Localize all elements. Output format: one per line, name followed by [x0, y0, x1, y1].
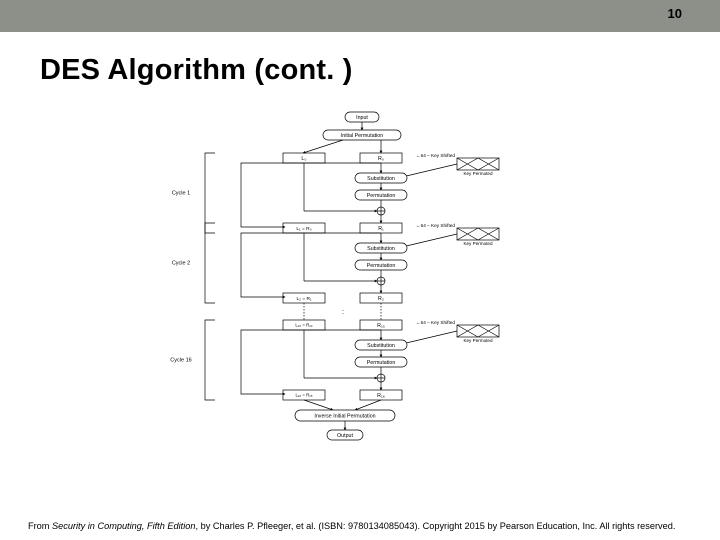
mid-R: R₁₅: [377, 323, 385, 329]
page-number: 10: [668, 6, 682, 21]
cycle2-label: Cycle 2: [172, 260, 190, 266]
cycle16-Rout: R₁₆: [377, 393, 385, 399]
cycle2-Lout: L₂ = R₁: [296, 296, 311, 302]
des-diagram: Input Initial Permutation L₀ R₀ ←64 – Ke…: [155, 110, 565, 498]
cycle16-keyshift: ←64 – Key Shifted: [416, 320, 455, 325]
label-initial-perm: Initial Permutation: [341, 133, 383, 139]
cycle1-keyperm: Key Permuted: [463, 171, 493, 176]
cycle16-perm: Permutation: [367, 360, 396, 366]
cycle16-label: Cycle 16: [170, 357, 191, 363]
mid-L: L₁₅ = R₁₄: [295, 323, 312, 328]
cycle2-perm: Permutation: [367, 263, 396, 269]
cycle2-Rout: R₂: [378, 296, 384, 302]
footer-book: Security in Computing, Fifth Edition: [52, 521, 196, 531]
cycle2-keyshift: ←64 – Key Shifted: [416, 223, 455, 228]
cycle1-Rout: R₁: [378, 226, 384, 232]
cycle1-R: R₀: [378, 156, 384, 162]
cycle2-keyperm: Key Permuted: [463, 241, 493, 246]
cycle1-perm: Permutation: [367, 193, 396, 199]
header-bar: 10: [0, 0, 720, 32]
cycle1-label: Cycle 1: [172, 190, 190, 196]
cycle1-sub: Substitution: [367, 176, 395, 182]
cycle1-keyshift: ←64 – Key Shifted: [416, 153, 455, 158]
label-input: Input: [356, 115, 368, 121]
cycle16-sub: Substitution: [367, 343, 395, 349]
dots: :: [342, 309, 344, 316]
footer-rest: , by Charles P. Pfleeger, et al. (ISBN: …: [196, 521, 676, 531]
des-diagram-svg: Input Initial Permutation L₀ R₀ ←64 – Ke…: [155, 110, 565, 498]
label-inverse-ip: Inverse Initial Permutation: [314, 413, 375, 419]
footer-prefix: From: [28, 521, 52, 531]
cycle1-Lout: L₁ = R₀: [296, 226, 311, 232]
footer-citation: From Security in Computing, Fifth Editio…: [28, 521, 692, 531]
cycle1-L: L₀: [301, 156, 306, 162]
slide-title: DES Algorithm (cont. ): [40, 54, 353, 87]
cycle16-Lout: L₁₆ = R₁₅: [295, 393, 312, 398]
cycle2-sub: Substitution: [367, 246, 395, 252]
cycle16-keyperm: Key Permuted: [463, 338, 493, 343]
label-output: Output: [337, 433, 353, 439]
slide: 10 DES Algorithm (cont. ) Input Initial …: [0, 0, 720, 540]
